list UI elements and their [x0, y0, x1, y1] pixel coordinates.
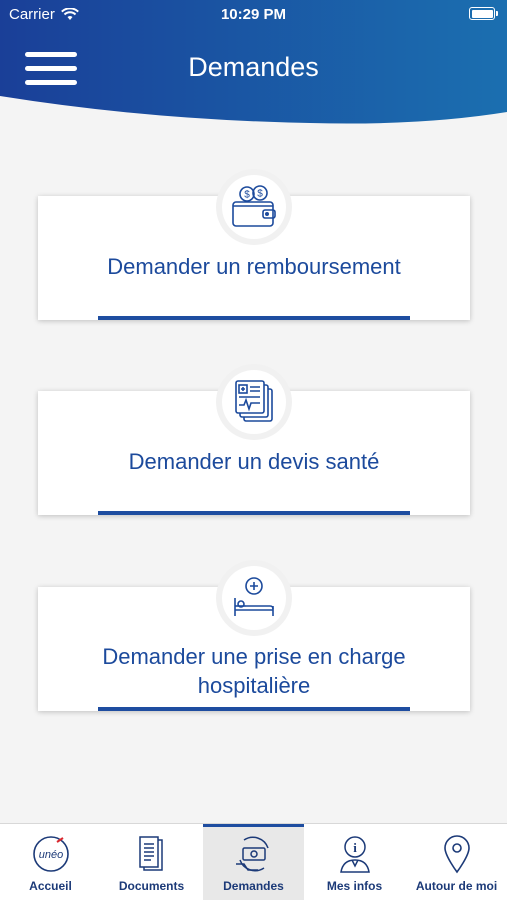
card-underline [98, 316, 410, 320]
tab-accueil-label: Accueil [29, 879, 72, 893]
wallet-coins-icon: $ $ [232, 185, 276, 227]
hospital-care-label-line2: hospitalière [197, 673, 311, 698]
tab-mes-infos-label: Mes infos [326, 879, 383, 893]
card-underline [98, 707, 410, 711]
hospital-bed-badge [216, 560, 292, 636]
tab-demandes[interactable]: Demandes [203, 824, 304, 900]
svg-text:$: $ [257, 189, 263, 200]
status-bar: Carrier 10:29 PM [0, 0, 507, 28]
request-hospital-care-label: Demander une prise en charge hospitalièr… [38, 642, 470, 700]
wallet-coins-badge: $ $ [216, 169, 292, 245]
tab-demandes-label: Demandes [223, 879, 284, 893]
request-refund-label: Demander un remboursement [107, 254, 401, 279]
bottom-tab-bar: unéo Accueil Documents Demandes i Mes in… [0, 823, 507, 900]
document-icon [138, 836, 163, 871]
medical-documents-icon [235, 380, 273, 422]
location-pin-icon [443, 835, 470, 874]
app-header: Carrier 10:29 PM Demandes [0, 0, 507, 125]
medical-documents-badge [216, 364, 292, 440]
tab-autour-de-moi-label: Autour de moi [415, 879, 498, 893]
page-title: Demandes [188, 52, 319, 82]
tab-autour-de-moi[interactable]: Autour de moi [406, 824, 507, 900]
svg-text:$: $ [244, 190, 250, 201]
tab-accueil[interactable]: unéo Accueil [0, 824, 101, 900]
user-info-icon: i [339, 836, 370, 873]
tab-documents[interactable]: Documents [101, 824, 202, 900]
tab-documents-label: Documents [118, 879, 185, 893]
status-time: 10:29 PM [220, 6, 287, 23]
card-underline [98, 511, 410, 515]
hospital-bed-icon [234, 577, 274, 616]
svg-text:unéo: unéo [38, 849, 62, 861]
request-quote-label: Demander un devis santé [128, 449, 380, 474]
tab-mes-infos[interactable]: i Mes infos [304, 824, 405, 900]
uneo-logo-icon: unéo [32, 836, 69, 872]
battery-icon [469, 7, 498, 20]
requests-money-icon [235, 836, 269, 872]
hospital-care-label-line1: Demander une prise en charge [102, 644, 406, 669]
svg-text:i: i [353, 840, 357, 855]
